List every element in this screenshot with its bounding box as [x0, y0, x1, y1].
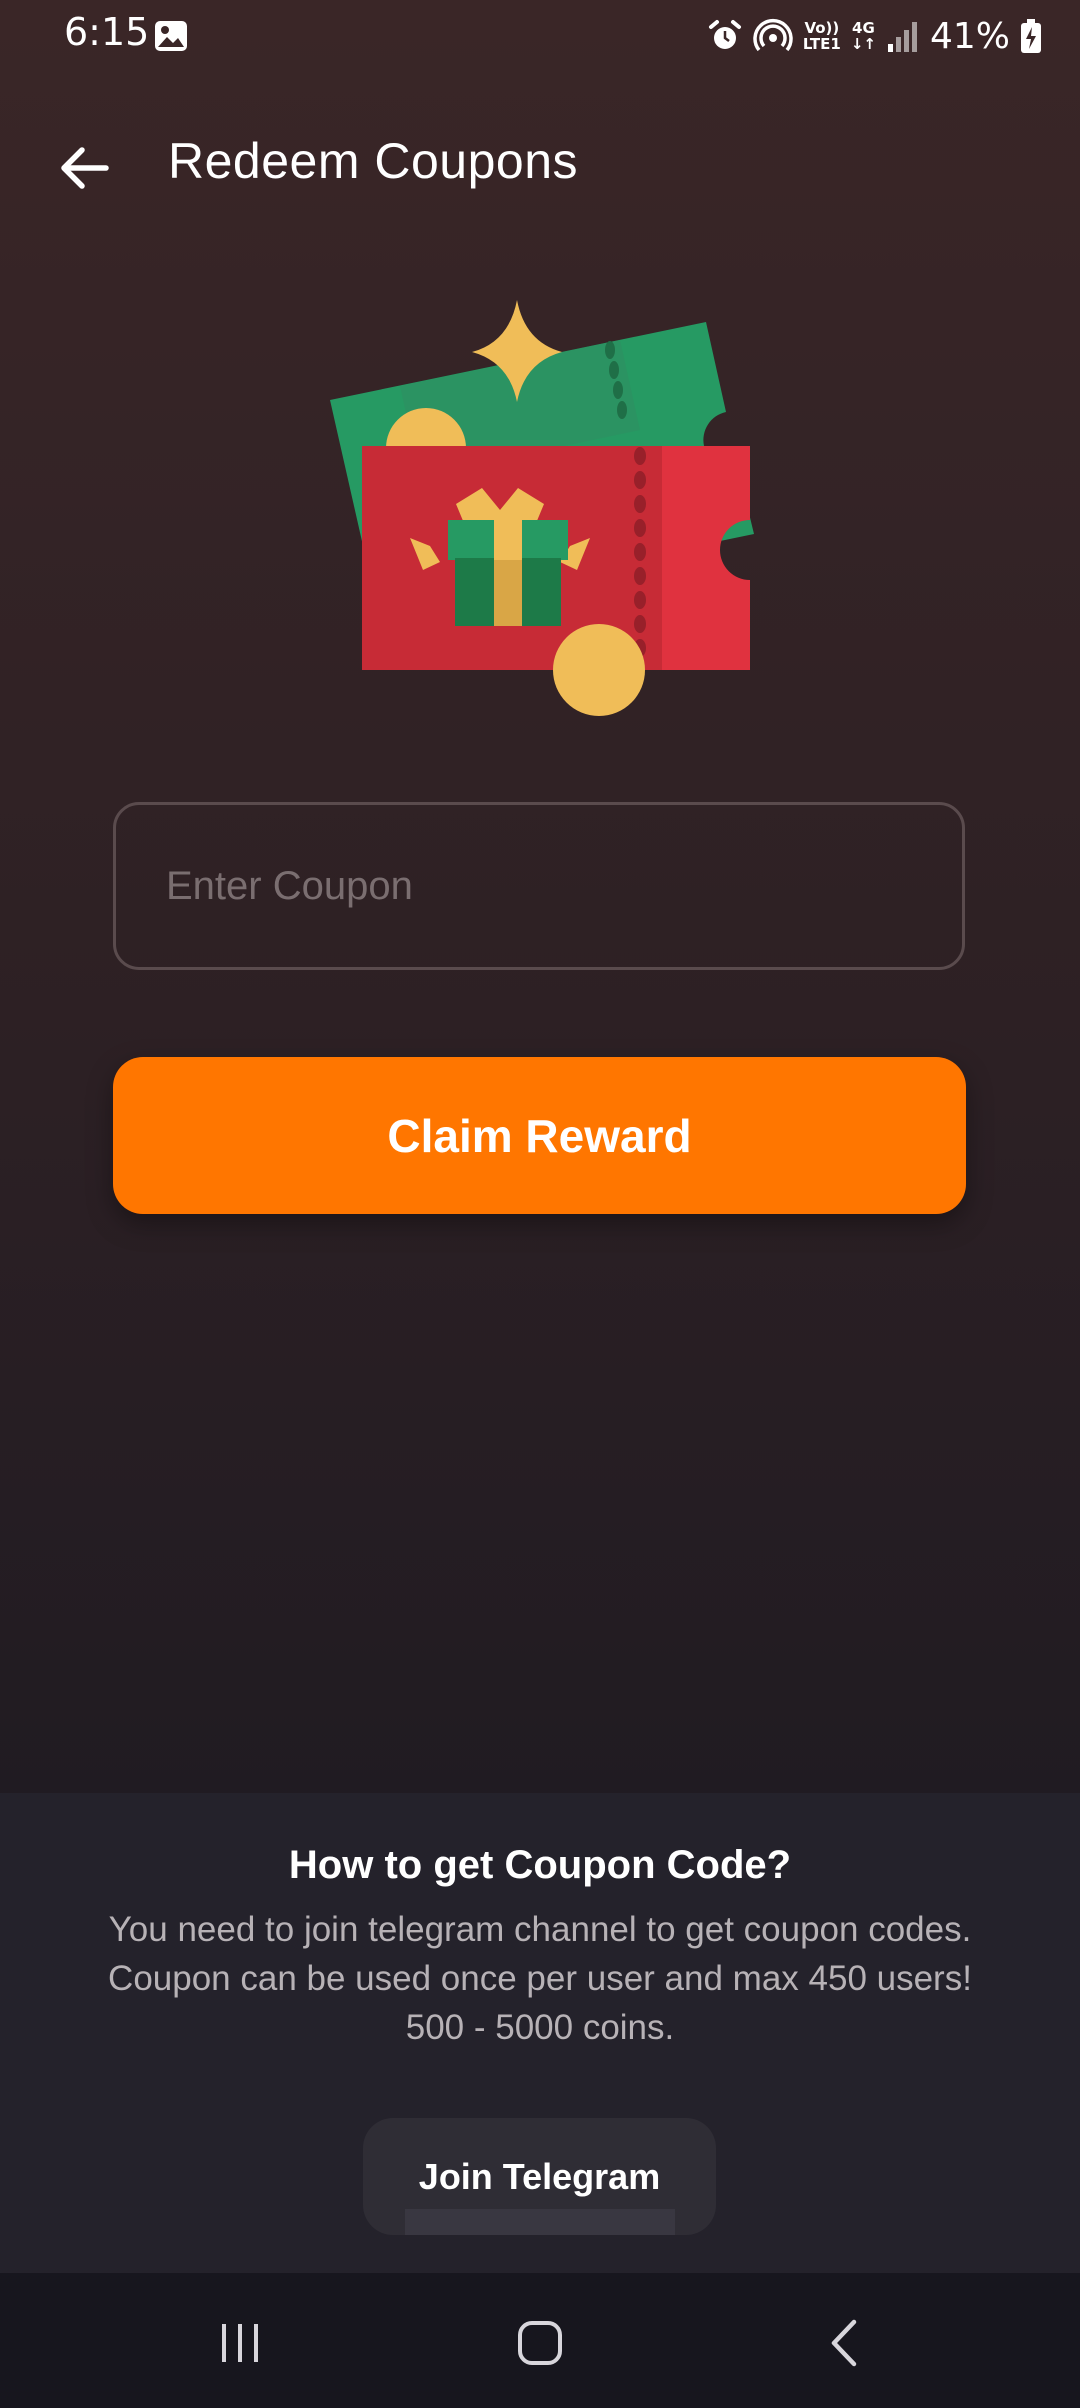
join-telegram-label: Join Telegram	[418, 2155, 661, 2197]
network-type: 4G	[852, 19, 875, 37]
info-line: Coupon can be used once per user and max…	[108, 1959, 972, 1998]
alarm-icon	[707, 18, 743, 54]
status-icons: Vo)) LTE1 4G ↓↑ 41%	[707, 14, 1042, 58]
info-line: 500 - 5000 coins.	[405, 2008, 675, 2047]
info-title: How to get Coupon Code?	[288, 1843, 792, 1887]
status-bar: 6:15 Vo)) LTE1 4G ↓↑ 41%	[0, 0, 1080, 72]
volte-line1: Vo))	[804, 19, 840, 37]
battery-percent: 41%	[929, 15, 1010, 57]
claim-reward-button[interactable]: Claim Reward	[113, 1057, 966, 1214]
gallery-icon	[154, 20, 188, 52]
arrow-left-icon	[61, 147, 109, 189]
home-button[interactable]	[500, 2303, 580, 2383]
nav-back-button[interactable]	[805, 2303, 885, 2383]
back-button[interactable]	[48, 132, 120, 204]
page-title: Redeem Coupons	[168, 133, 579, 189]
data-arrows-icon: ↓↑	[850, 35, 876, 53]
button-shade	[405, 2209, 675, 2235]
system-nav-bar	[0, 2273, 1080, 2408]
coin-icon	[553, 624, 645, 716]
recent-apps-icon	[222, 2324, 258, 2362]
coupon-input[interactable]	[116, 805, 962, 967]
signal-icon	[886, 18, 920, 54]
recent-apps-button[interactable]	[200, 2303, 280, 2383]
back-chevron-icon	[831, 2319, 857, 2367]
battery-charging-icon	[1020, 18, 1042, 54]
network-4g-icon: 4G ↓↑	[851, 20, 876, 52]
coupon-gift-illustration	[320, 290, 760, 730]
home-icon	[518, 2321, 562, 2365]
app-bar: Redeem Coupons	[0, 110, 1080, 220]
hotspot-icon	[753, 18, 793, 54]
info-line: You need to join telegram channel to get…	[108, 1910, 972, 1949]
status-time: 6:15	[64, 10, 150, 54]
join-telegram-button[interactable]: Join Telegram	[363, 2118, 716, 2235]
info-text: You need to join telegram channel to get…	[30, 1905, 1050, 2052]
volte-icon: Vo)) LTE1	[803, 20, 841, 52]
volte-line2: LTE1	[802, 35, 841, 53]
info-panel: How to get Coupon Code? You need to join…	[0, 1793, 1080, 2273]
coupon-input-container	[113, 802, 965, 970]
